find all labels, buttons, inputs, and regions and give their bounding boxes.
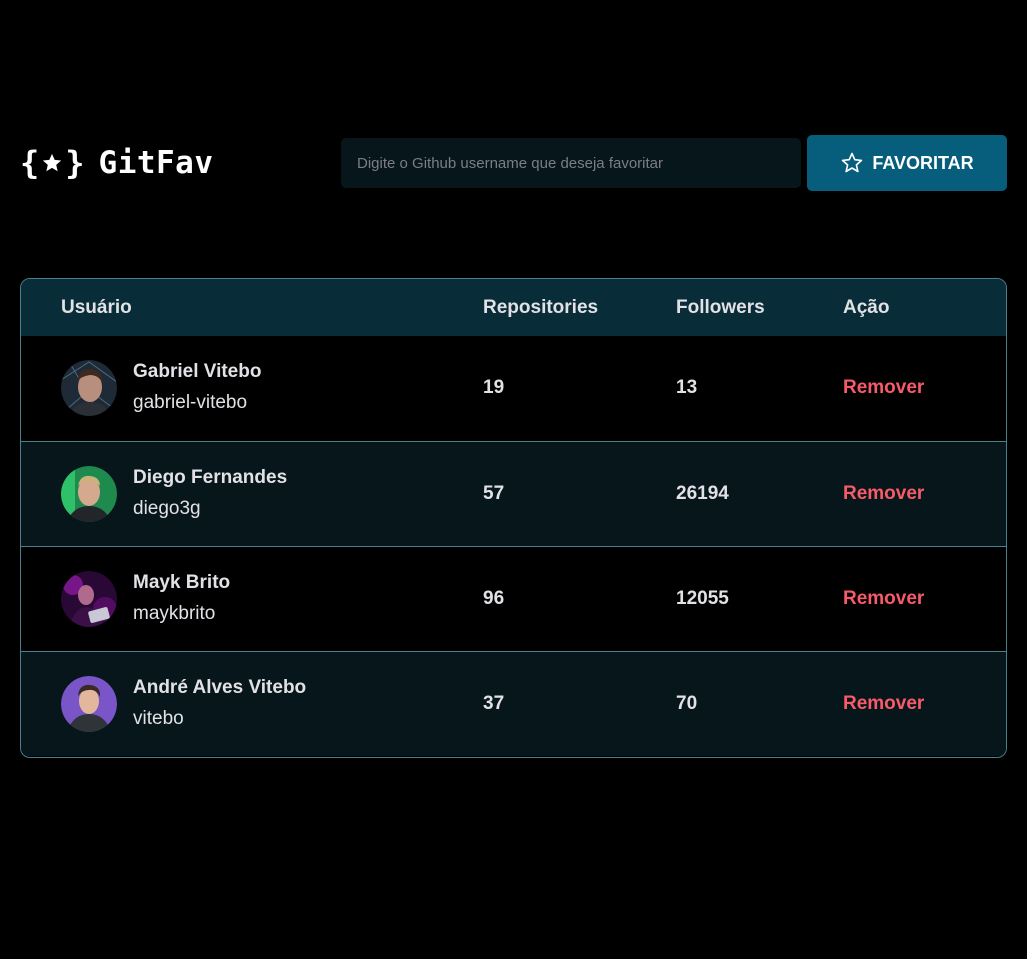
user-name: André Alves Vitebo	[133, 676, 307, 698]
table-row: André Alves Vitebo vitebo 37 70 Remover	[21, 650, 1006, 756]
column-header-followers: Followers	[676, 279, 843, 336]
logo: { } GitFav	[20, 143, 214, 183]
user-cell: Mayk Brito maykbrito	[21, 545, 483, 651]
repositories-count: 57	[483, 440, 676, 546]
app-header: { } GitFav FAVORITAR	[20, 135, 1007, 191]
user-login: gabriel-vitebo	[133, 392, 248, 414]
favorites-table: Usuário Repositories Followers Ação Gabr…	[20, 278, 1007, 758]
search-input[interactable]	[341, 138, 801, 188]
avatar[interactable]	[61, 465, 117, 522]
gitfav-page: { } GitFav FAVORITAR Usuário	[0, 0, 1027, 959]
user-cell: André Alves Vitebo vitebo	[21, 650, 483, 756]
action-cell: Remover	[843, 650, 1006, 756]
user-login: vitebo	[133, 707, 184, 729]
followers-count: 26194	[676, 440, 843, 546]
avatar[interactable]	[61, 675, 117, 732]
remove-button[interactable]: Remover	[843, 693, 924, 715]
favorite-button-label: FAVORITAR	[872, 152, 974, 173]
user-name: Mayk Brito	[133, 571, 231, 593]
star-outline-icon	[842, 152, 863, 173]
user-cell: Diego Fernandes diego3g	[21, 440, 483, 546]
action-cell: Remover	[843, 336, 1006, 441]
user-cell: Gabriel Vitebo gabriel-vitebo	[21, 336, 483, 441]
remove-button[interactable]: Remover	[843, 588, 924, 610]
repositories-count: 96	[483, 545, 676, 651]
avatar[interactable]	[61, 570, 117, 627]
search-form: FAVORITAR	[341, 135, 1007, 191]
followers-count: 13	[676, 377, 698, 399]
action-cell: Remover	[843, 440, 1006, 546]
user-name: Diego Fernandes	[133, 466, 288, 488]
remove-button[interactable]: Remover	[843, 483, 924, 505]
repositories-count: 19	[483, 377, 505, 399]
user-login: maykbrito	[133, 602, 216, 624]
remove-button[interactable]: Remover	[843, 377, 924, 399]
logo-text: GitFav	[98, 145, 214, 181]
user-login: diego3g	[133, 497, 201, 519]
table-row: Diego Fernandes diego3g 57 26194 Remover	[21, 440, 1006, 546]
column-header-user: Usuário	[21, 279, 483, 336]
table-header-row: Usuário Repositories Followers Ação	[21, 279, 1006, 336]
followers-count: 70	[676, 650, 843, 756]
followers-count: 12055	[676, 545, 843, 651]
table-row: Gabriel Vitebo gabriel-vitebo 19 13 Remo…	[21, 336, 1006, 441]
user-name: Gabriel Vitebo	[133, 361, 262, 383]
star-braces-icon: { }	[20, 144, 85, 182]
column-header-repositories: Repositories	[483, 279, 676, 336]
avatar[interactable]	[61, 360, 117, 417]
table-row: Mayk Brito maykbrito 96 12055 Remover	[21, 545, 1006, 651]
favorite-button[interactable]: FAVORITAR	[807, 135, 1007, 191]
repositories-count: 37	[483, 650, 676, 756]
column-header-action: Ação	[843, 279, 1006, 336]
action-cell: Remover	[843, 545, 1006, 651]
